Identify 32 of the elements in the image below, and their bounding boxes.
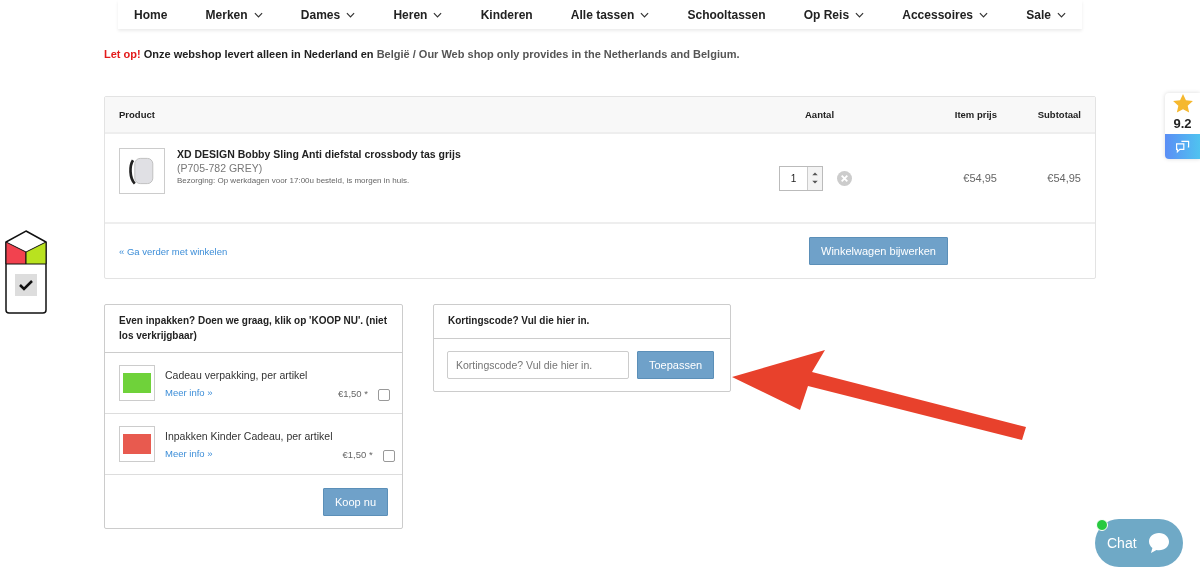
- nav-link[interactable]: Sale: [1026, 7, 1066, 22]
- nav-link[interactable]: Dames: [300, 7, 356, 22]
- coupon-code-field[interactable]: Kortingscode? Vul die hier in.: [447, 350, 629, 379]
- delivery-info: Bezorging: Op werkdagen voor 17:00u besteld, is morgen in huis.: [177, 176, 411, 185]
- nav-link[interactable]: Heren: [393, 7, 443, 22]
- column-header: Product: [119, 109, 156, 120]
- nav-link[interactable]: Alle tassen: [570, 7, 650, 22]
- gift-name: Inpakken Kinder Cadeau, per artikel: [165, 429, 333, 442]
- product-name: XD DESIGN Bobby Sling Anti diefstal crossbody tas grijs: [177, 148, 461, 160]
- more-info-link[interactable]: Meer info »: [165, 447, 333, 459]
- quantity-field[interactable]: 1: [779, 165, 823, 191]
- panel-title: Even inpakken? Doen we graag, klik op 'KOOP NU'. (niet los verkrijgbaar): [119, 315, 387, 341]
- nav-link[interactable]: Schooltassen: [687, 7, 766, 22]
- rating-score: 9.2: [1173, 116, 1192, 131]
- gift-name: Cadeau verpakking, per artikel: [165, 368, 309, 381]
- nav-link[interactable]: Kinderen: [480, 7, 533, 22]
- delivery-notice: Let op! Onze webshop levert alleen in Nederland en België / Our Web shop only provides in the Netherlands and Belgium.: [104, 48, 741, 62]
- gift-price: €1,50 *: [342, 449, 373, 460]
- more-info-link[interactable]: Meer info »: [165, 386, 328, 398]
- subtotal: €54,95: [1046, 172, 1081, 184]
- nav-link[interactable]: Op Reis: [803, 7, 865, 22]
- nav-link[interactable]: Accessoires: [902, 7, 988, 22]
- column-header: Subtotaal: [1036, 109, 1081, 120]
- panel-title: Kortingscode? Vul die hier in.: [448, 315, 590, 326]
- gift-price: €1,50 *: [337, 388, 368, 399]
- item-price: €54,95: [962, 172, 997, 184]
- continue-shopping-link[interactable]: « Ga verder met winkelen: [119, 245, 228, 257]
- nav-link[interactable]: Home: [134, 7, 168, 22]
- nav-link[interactable]: Merken: [205, 7, 263, 22]
- product-sku: (P705-782 GREY): [177, 162, 264, 174]
- column-header: Item prijs: [953, 109, 997, 120]
- column-header: Aantal: [804, 109, 836, 120]
